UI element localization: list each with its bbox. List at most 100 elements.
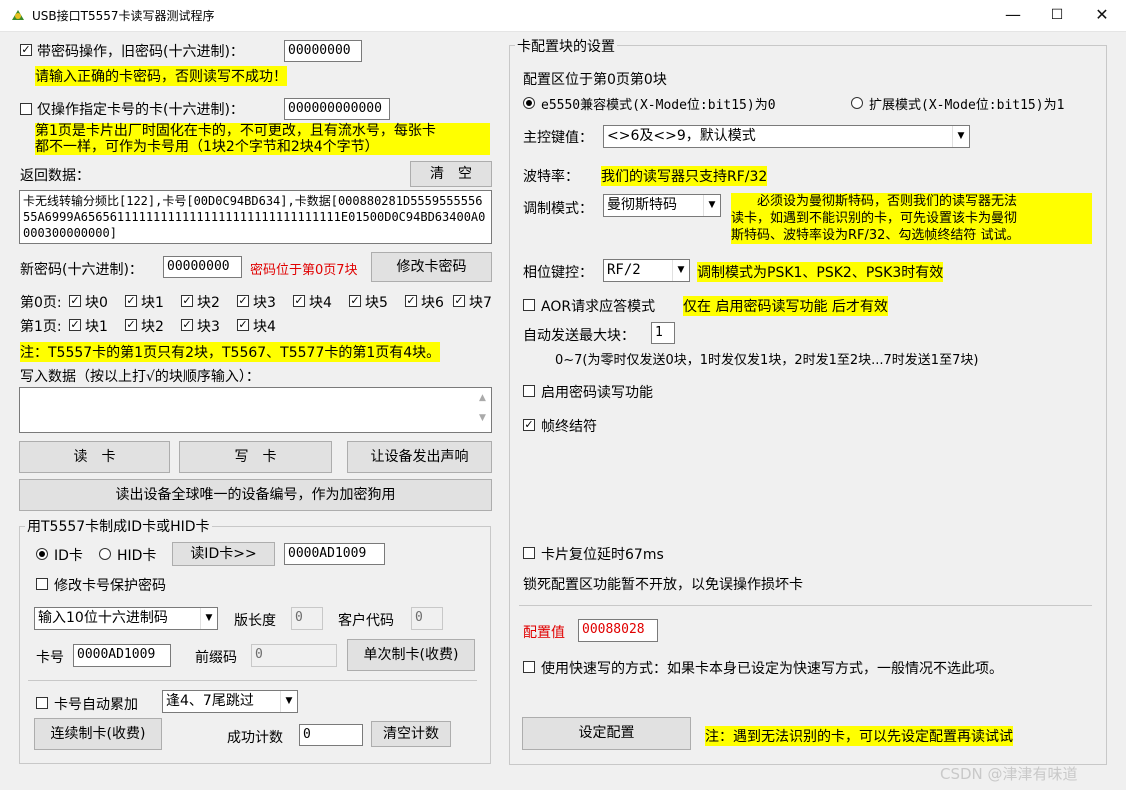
reset-delay-label: 卡片复位延时67ms (541, 547, 664, 563)
master-key-select[interactable]: <>6及<>9，默认模式 ▼ (603, 125, 970, 148)
input-mode-select[interactable]: 输入10位十六进制码 ▼ (34, 607, 218, 630)
page0-block1-checkbox[interactable]: ✓ (125, 295, 137, 307)
page0-block6-label: 块6 (421, 295, 444, 311)
page1-block1-label: 块1 (85, 319, 108, 335)
aor-mode-note: 仅在 启用密码读写功能 后才有效 (683, 296, 888, 316)
config-value-input[interactable]: 00088028 (578, 619, 658, 642)
id-card-group-title: 用T5557卡制成ID卡或HID卡 (25, 516, 212, 536)
page0-block0-label: 块0 (85, 295, 108, 311)
phase-key-select[interactable]: RF/2 ▼ (603, 259, 690, 282)
config-location-text: 配置区位于第0页第0块 (523, 72, 667, 88)
frame-terminator-label: 帧终结符 (541, 419, 597, 435)
skip-mode-value: 逢4、7尾跳过 (166, 693, 254, 709)
auto-increment-checkbox[interactable] (36, 697, 48, 709)
write-card-button[interactable]: 写 卡 (179, 441, 332, 473)
return-data-label: 返回数据： (20, 168, 90, 184)
customer-code-input[interactable]: 0 (411, 607, 443, 630)
continuous-make-card-button[interactable]: 连续制卡(收费) (34, 718, 162, 750)
write-data-scrollbar[interactable]: ▲ ▼ (474, 388, 491, 432)
auto-send-label: 自动发送最大块： (523, 328, 635, 344)
page1-block4-checkbox[interactable]: ✓ (237, 319, 249, 331)
config-block-group (509, 45, 1107, 765)
page1-block2-checkbox[interactable]: ✓ (125, 319, 137, 331)
single-make-card-button[interactable]: 单次制卡(收费) (347, 639, 475, 671)
version-length-label: 版长度 (234, 613, 276, 629)
title-bar: USB接口T5557卡读写器测试程序 — ☐ ✕ (0, 0, 1126, 32)
card-number-input[interactable]: 000000000000 (284, 98, 390, 120)
read-id-card-button[interactable]: 读ID卡>> (172, 542, 275, 566)
card-no-input[interactable]: 0000AD1009 (73, 644, 171, 667)
password-operation-label: 带密码操作，旧密码(十六进制)： (37, 44, 244, 60)
page0-block5-label: 块5 (365, 295, 388, 311)
page1-block1-checkbox[interactable]: ✓ (69, 319, 81, 331)
reset-delay-checkbox[interactable] (523, 547, 535, 559)
frame-terminator-checkbox[interactable]: ✓ (523, 419, 535, 431)
read-card-button[interactable]: 读 卡 (19, 441, 170, 473)
page0-block2-label: 块2 (197, 295, 220, 311)
prefix-code-label: 前缀码 (195, 650, 237, 666)
modify-protect-label: 修改卡号保护密码 (54, 578, 166, 594)
watermark: CSDN @津津有味道 (940, 765, 1078, 783)
baud-rate-note: 我们的读写器只支持RF/32 (601, 166, 768, 186)
id-card-radio[interactable] (36, 548, 48, 560)
hid-card-radio-label: HID卡 (117, 548, 157, 564)
password-hint: 请输入正确的卡密码，否则读写不成功！ (35, 66, 287, 86)
skip-mode-select[interactable]: 逢4、7尾跳过 ▼ (162, 690, 298, 713)
new-password-input[interactable]: 00000000 (163, 256, 242, 278)
baud-rate-label: 波特率： (523, 169, 579, 185)
extended-mode-radio[interactable] (851, 97, 863, 109)
old-password-input[interactable]: 00000000 (284, 40, 362, 62)
phase-key-value: RF/2 (607, 262, 641, 278)
chevron-down-icon: ▼ (280, 691, 297, 712)
close-button[interactable]: ✕ (1079, 0, 1125, 31)
clear-count-button[interactable]: 清空计数 (371, 721, 451, 747)
write-data-textarea[interactable] (19, 387, 492, 433)
aor-mode-checkbox[interactable] (523, 299, 535, 311)
modulation-select[interactable]: 曼彻斯特码 ▼ (603, 194, 721, 217)
clear-button[interactable]: 清 空 (410, 161, 492, 187)
prefix-code-input[interactable]: 0 (251, 644, 337, 667)
maximize-button[interactable]: ☐ (1034, 0, 1080, 31)
modify-protect-checkbox[interactable] (36, 578, 48, 590)
master-key-value: <>6及<>9，默认模式 (607, 128, 756, 144)
beep-button[interactable]: 让设备发出声响 (347, 441, 492, 473)
enable-password-checkbox[interactable] (523, 385, 535, 397)
page0-block2-checkbox[interactable]: ✓ (181, 295, 193, 307)
card-no-label: 卡号 (36, 650, 64, 666)
card-only-checkbox[interactable] (20, 103, 32, 115)
app-icon (10, 8, 26, 22)
page0-block5-checkbox[interactable]: ✓ (349, 295, 361, 307)
page0-block3-checkbox[interactable]: ✓ (237, 295, 249, 307)
page1-block4-label: 块4 (253, 319, 276, 335)
page0-block4-checkbox[interactable]: ✓ (293, 295, 305, 307)
success-count-input[interactable]: 0 (299, 724, 363, 746)
version-length-input[interactable]: 0 (291, 607, 323, 630)
t5557-note: 注：T5557卡的第1页只有2块，T5567、T5577卡的第1页有4块。 (20, 342, 441, 362)
set-config-button[interactable]: 设定配置 (522, 717, 691, 750)
phase-key-label: 相位键控： (523, 265, 593, 281)
input-mode-value: 输入10位十六进制码 (38, 610, 168, 626)
auto-send-note: 0~7(为零时仅发送0块，1时发仅发1块，2时发1至2块...7时发送1至7块) (555, 353, 979, 368)
password-operation-checkbox[interactable]: ✓ (20, 44, 32, 56)
id-card-radio-label: ID卡 (54, 548, 83, 564)
success-count-label: 成功计数 (227, 730, 283, 746)
minimize-button[interactable]: — (990, 0, 1036, 31)
page1-block3-label: 块3 (197, 319, 220, 335)
page0-block7-checkbox[interactable]: ✓ (453, 295, 465, 307)
auto-send-input[interactable]: 1 (651, 322, 675, 344)
config-divider (519, 605, 1092, 606)
page1-note: 第1页是卡片出厂时固化在卡的，不可更改，且有流水号，每张卡 都不一样，可作为卡号… (35, 123, 490, 155)
id-group-divider (28, 680, 477, 681)
phase-key-note: 调制模式为PSK1、PSK2、PSK3时有效 (697, 262, 944, 282)
change-password-button[interactable]: 修改卡密码 (371, 252, 492, 282)
page0-block0-checkbox[interactable]: ✓ (69, 295, 81, 307)
page0-block6-checkbox[interactable]: ✓ (405, 295, 417, 307)
e5550-mode-radio[interactable] (523, 97, 535, 109)
return-data-textarea[interactable]: 卡无线转输分频比[122],卡号[00D0C94BD634],卡数据[00088… (19, 190, 492, 244)
hid-card-radio[interactable] (99, 548, 111, 560)
page1-block3-checkbox[interactable]: ✓ (181, 319, 193, 331)
read-device-uid-button[interactable]: 读出设备全球唯一的设备编号，作为加密狗用 (19, 479, 492, 511)
chevron-down-icon: ▼ (703, 195, 720, 216)
fast-write-checkbox[interactable] (523, 661, 535, 673)
id-value-input[interactable]: 0000AD1009 (284, 543, 385, 565)
